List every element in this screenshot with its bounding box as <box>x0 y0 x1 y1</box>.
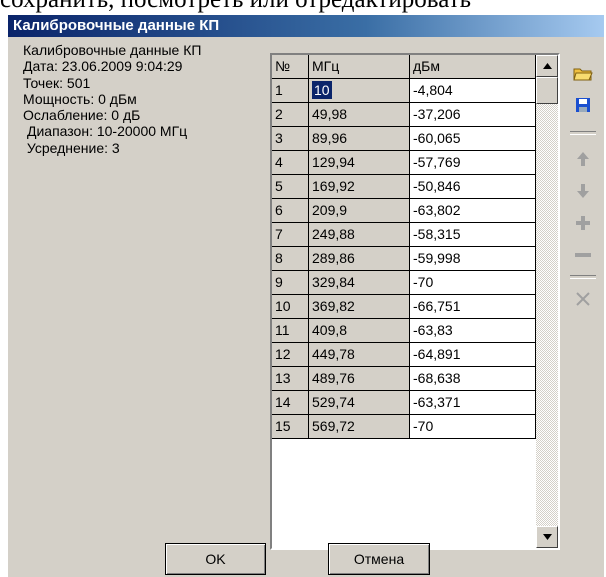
cell-number[interactable]: 3 <box>272 127 309 151</box>
cell-number[interactable]: 8 <box>272 247 309 271</box>
cell-number[interactable]: 12 <box>272 343 309 367</box>
table-row[interactable]: 6 209,9 -63,802 <box>272 199 536 223</box>
table-row[interactable]: 8 289,86 -59,998 <box>272 247 536 271</box>
scroll-down-button[interactable] <box>536 526 558 548</box>
table-row[interactable]: 4 129,94 -57,769 <box>272 151 536 175</box>
table-row[interactable]: 14 529,74 -63,371 <box>272 391 536 415</box>
cell-power[interactable]: -63,83 <box>410 319 536 343</box>
dialog-title: Калибровочные данные КП <box>8 15 604 37</box>
ok-button[interactable]: OK <box>165 543 266 575</box>
cell-frequency[interactable]: 329,84 <box>309 271 410 295</box>
cell-number[interactable]: 1 <box>272 79 309 103</box>
cell-power[interactable]: -50,846 <box>410 175 536 199</box>
cell-number[interactable]: 11 <box>272 319 309 343</box>
cell-power[interactable]: -64,891 <box>410 343 536 367</box>
arrow-down-icon[interactable] <box>568 177 598 205</box>
cell-number[interactable]: 13 <box>272 367 309 391</box>
grid-header: № МГц дБм <box>272 55 536 79</box>
scroll-up-arrow-icon <box>542 63 552 69</box>
cell-power[interactable]: -66,751 <box>410 295 536 319</box>
scroll-down-arrow-icon <box>542 534 552 540</box>
cell-frequency[interactable]: 409,8 <box>309 319 410 343</box>
cell-number[interactable]: 9 <box>272 271 309 295</box>
cell-number[interactable]: 4 <box>272 151 309 175</box>
info-range: Диапазон: 10-20000 МГц <box>27 123 188 140</box>
table-row[interactable]: 2 49,98 -37,206 <box>272 103 536 127</box>
cell-frequency[interactable]: 89,96 <box>309 127 410 151</box>
table-row[interactable]: 12 449,78 -64,891 <box>272 343 536 367</box>
cell-frequency[interactable]: 529,74 <box>309 391 410 415</box>
table-row[interactable]: 15 569,72 -70 <box>272 415 536 439</box>
info-attenuation: Ослабление: 0 дБ <box>23 107 141 124</box>
cell-frequency[interactable]: 49,98 <box>309 103 410 127</box>
arrow-up-icon[interactable] <box>568 145 598 173</box>
cell-frequency[interactable]: 169,92 <box>309 175 410 199</box>
cell-frequency[interactable]: 10 <box>309 79 410 103</box>
cell-number[interactable]: 7 <box>272 223 309 247</box>
cell-frequency[interactable]: 129,94 <box>309 151 410 175</box>
cell-power[interactable]: -70 <box>410 271 536 295</box>
info-points: Точек: 501 <box>23 74 91 91</box>
selected-cell-text: 10 <box>312 81 332 99</box>
cell-frequency[interactable]: 249,88 <box>309 223 410 247</box>
cell-power[interactable]: -60,065 <box>410 127 536 151</box>
cell-number[interactable]: 14 <box>272 391 309 415</box>
header-power[interactable]: дБм <box>410 55 536 79</box>
table-row[interactable]: 13 489,76 -68,638 <box>272 367 536 391</box>
table-row[interactable]: 11 409,8 -63,83 <box>272 319 536 343</box>
calibration-dialog: Калибровочные данные КП Калибровочные да… <box>7 14 604 577</box>
save-icon[interactable] <box>568 91 598 119</box>
toolbar-separator <box>570 275 596 279</box>
table-row[interactable]: 10 369,82 -66,751 <box>272 295 536 319</box>
header-number[interactable]: № <box>272 55 309 79</box>
info-panel: Калибровочные данные КП Дата: 23.06.2009… <box>23 42 201 156</box>
cell-number[interactable]: 10 <box>272 295 309 319</box>
delete-icon[interactable] <box>568 285 598 313</box>
cell-power[interactable]: -57,769 <box>410 151 536 175</box>
scroll-up-button[interactable] <box>536 55 558 77</box>
table-row[interactable]: 5 169,92 -50,846 <box>272 175 536 199</box>
cell-frequency[interactable]: 569,72 <box>309 415 410 439</box>
cell-power[interactable]: -63,371 <box>410 391 536 415</box>
cancel-button[interactable]: Отмена <box>328 543 430 575</box>
info-averaging: Усреднение: 3 <box>23 139 120 156</box>
cell-number[interactable]: 2 <box>272 103 309 127</box>
cell-frequency[interactable]: 449,78 <box>309 343 410 367</box>
open-folder-icon[interactable] <box>568 60 598 88</box>
minus-icon[interactable] <box>568 241 598 269</box>
plus-icon[interactable] <box>568 209 598 237</box>
cell-frequency[interactable]: 209,9 <box>309 199 410 223</box>
cell-power[interactable]: -4,804 <box>410 79 536 103</box>
cell-power[interactable]: -70 <box>410 415 536 439</box>
data-grid[interactable]: № МГц дБм 1 10 -4,804 2 49,98 -37,206 3 89,96 -6… <box>270 53 560 550</box>
cell-frequency[interactable]: 369,82 <box>309 295 410 319</box>
cell-frequency[interactable]: 489,76 <box>309 367 410 391</box>
info-power: Мощность: 0 дБм <box>23 90 137 107</box>
cell-number[interactable]: 15 <box>272 415 309 439</box>
cell-power[interactable]: -58,315 <box>410 223 536 247</box>
cell-frequency[interactable]: 289,86 <box>309 247 410 271</box>
cell-power[interactable]: -37,206 <box>410 103 536 127</box>
table-row[interactable]: 9 329,84 -70 <box>272 271 536 295</box>
table-row[interactable]: 7 249,88 -58,315 <box>272 223 536 247</box>
cell-power[interactable]: -59,998 <box>410 247 536 271</box>
table-row[interactable]: 3 89,96 -60,065 <box>272 127 536 151</box>
cell-power[interactable]: -68,638 <box>410 367 536 391</box>
toolbar-separator <box>570 131 596 135</box>
cell-number[interactable]: 6 <box>272 199 309 223</box>
table-row[interactable]: 1 10 -4,804 <box>272 79 536 103</box>
header-frequency[interactable]: МГц <box>309 55 410 79</box>
cell-number[interactable]: 5 <box>272 175 309 199</box>
grid-body: № МГц дБм 1 10 -4,804 2 49,98 -37,206 3 89,96 -6… <box>272 55 536 439</box>
vertical-scrollbar[interactable] <box>536 55 558 548</box>
info-name: Калибровочные данные КП <box>23 42 202 58</box>
info-date: Дата: 23.06.2009 9:04:29 <box>23 58 183 75</box>
scroll-thumb[interactable] <box>536 77 558 104</box>
cell-power[interactable]: -63,802 <box>410 199 536 223</box>
